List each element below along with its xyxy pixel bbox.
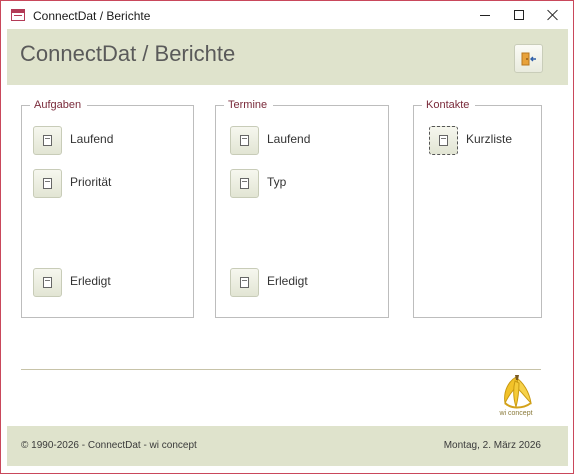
maximize-icon	[514, 10, 524, 20]
minimize-icon	[480, 14, 490, 16]
maximize-button[interactable]	[500, 1, 538, 29]
report-button-termine-erledigt[interactable]	[230, 268, 259, 297]
group-label-termine: Termine	[224, 99, 274, 111]
header-band: ConnectDat / Berichte	[7, 29, 568, 85]
app-window: ConnectDat / Berichte ConnectDat / Beric…	[0, 0, 574, 474]
report-label-termine-typ[interactable]: Typ	[267, 175, 286, 189]
wi-concept-logo: wi concept	[491, 373, 541, 421]
report-icon	[43, 135, 52, 146]
report-button-aufgaben-erledigt[interactable]	[33, 268, 62, 297]
report-button-kontakte-kurzliste[interactable]	[429, 126, 458, 155]
report-button-termine-laufend[interactable]	[230, 126, 259, 155]
group-kontakte: Kontakte Kurzliste	[413, 99, 542, 318]
report-icon	[43, 277, 52, 288]
report-icon	[439, 135, 448, 146]
report-icon	[240, 135, 249, 146]
title-bar: ConnectDat / Berichte	[1, 1, 573, 29]
report-label-kontakte-kurzliste[interactable]: Kurzliste	[466, 132, 512, 146]
report-label-aufgaben-prioritaet[interactable]: Priorität	[70, 175, 111, 189]
report-label-termine-erledigt[interactable]: Erledigt	[267, 274, 308, 288]
report-button-termine-typ[interactable]	[230, 169, 259, 198]
banana-logo-icon	[504, 375, 532, 409]
copyright-text: © 1990-2026 - ConnectDat - wi concept	[21, 440, 197, 451]
report-icon	[240, 277, 249, 288]
logo-text: wi concept	[499, 410, 533, 417]
report-label-aufgaben-laufend[interactable]: Laufend	[70, 132, 113, 146]
access-form-icon	[11, 9, 25, 21]
exit-door-icon	[521, 52, 536, 65]
window-title: ConnectDat / Berichte	[33, 9, 151, 23]
exit-button[interactable]	[514, 44, 543, 73]
close-icon	[547, 9, 559, 21]
report-icon	[43, 178, 52, 189]
group-aufgaben: Aufgaben Laufend Priorität Erledigt	[21, 99, 194, 318]
divider-line	[21, 369, 541, 370]
group-label-aufgaben: Aufgaben	[30, 99, 88, 111]
close-button[interactable]	[534, 1, 572, 29]
group-termine: Termine Laufend Typ Erledigt	[215, 99, 389, 318]
report-label-termine-laufend[interactable]: Laufend	[267, 132, 310, 146]
minimize-button[interactable]	[466, 1, 504, 29]
current-date: Montag, 2. März 2026	[443, 440, 541, 451]
report-button-aufgaben-laufend[interactable]	[33, 126, 62, 155]
footer-band: © 1990-2026 - ConnectDat - wi concept Mo…	[7, 426, 568, 466]
report-button-aufgaben-prioritaet[interactable]	[33, 169, 62, 198]
group-label-kontakte: Kontakte	[422, 99, 476, 111]
page-title: ConnectDat / Berichte	[20, 41, 236, 66]
report-label-aufgaben-erledigt[interactable]: Erledigt	[70, 274, 111, 288]
report-icon	[240, 178, 249, 189]
